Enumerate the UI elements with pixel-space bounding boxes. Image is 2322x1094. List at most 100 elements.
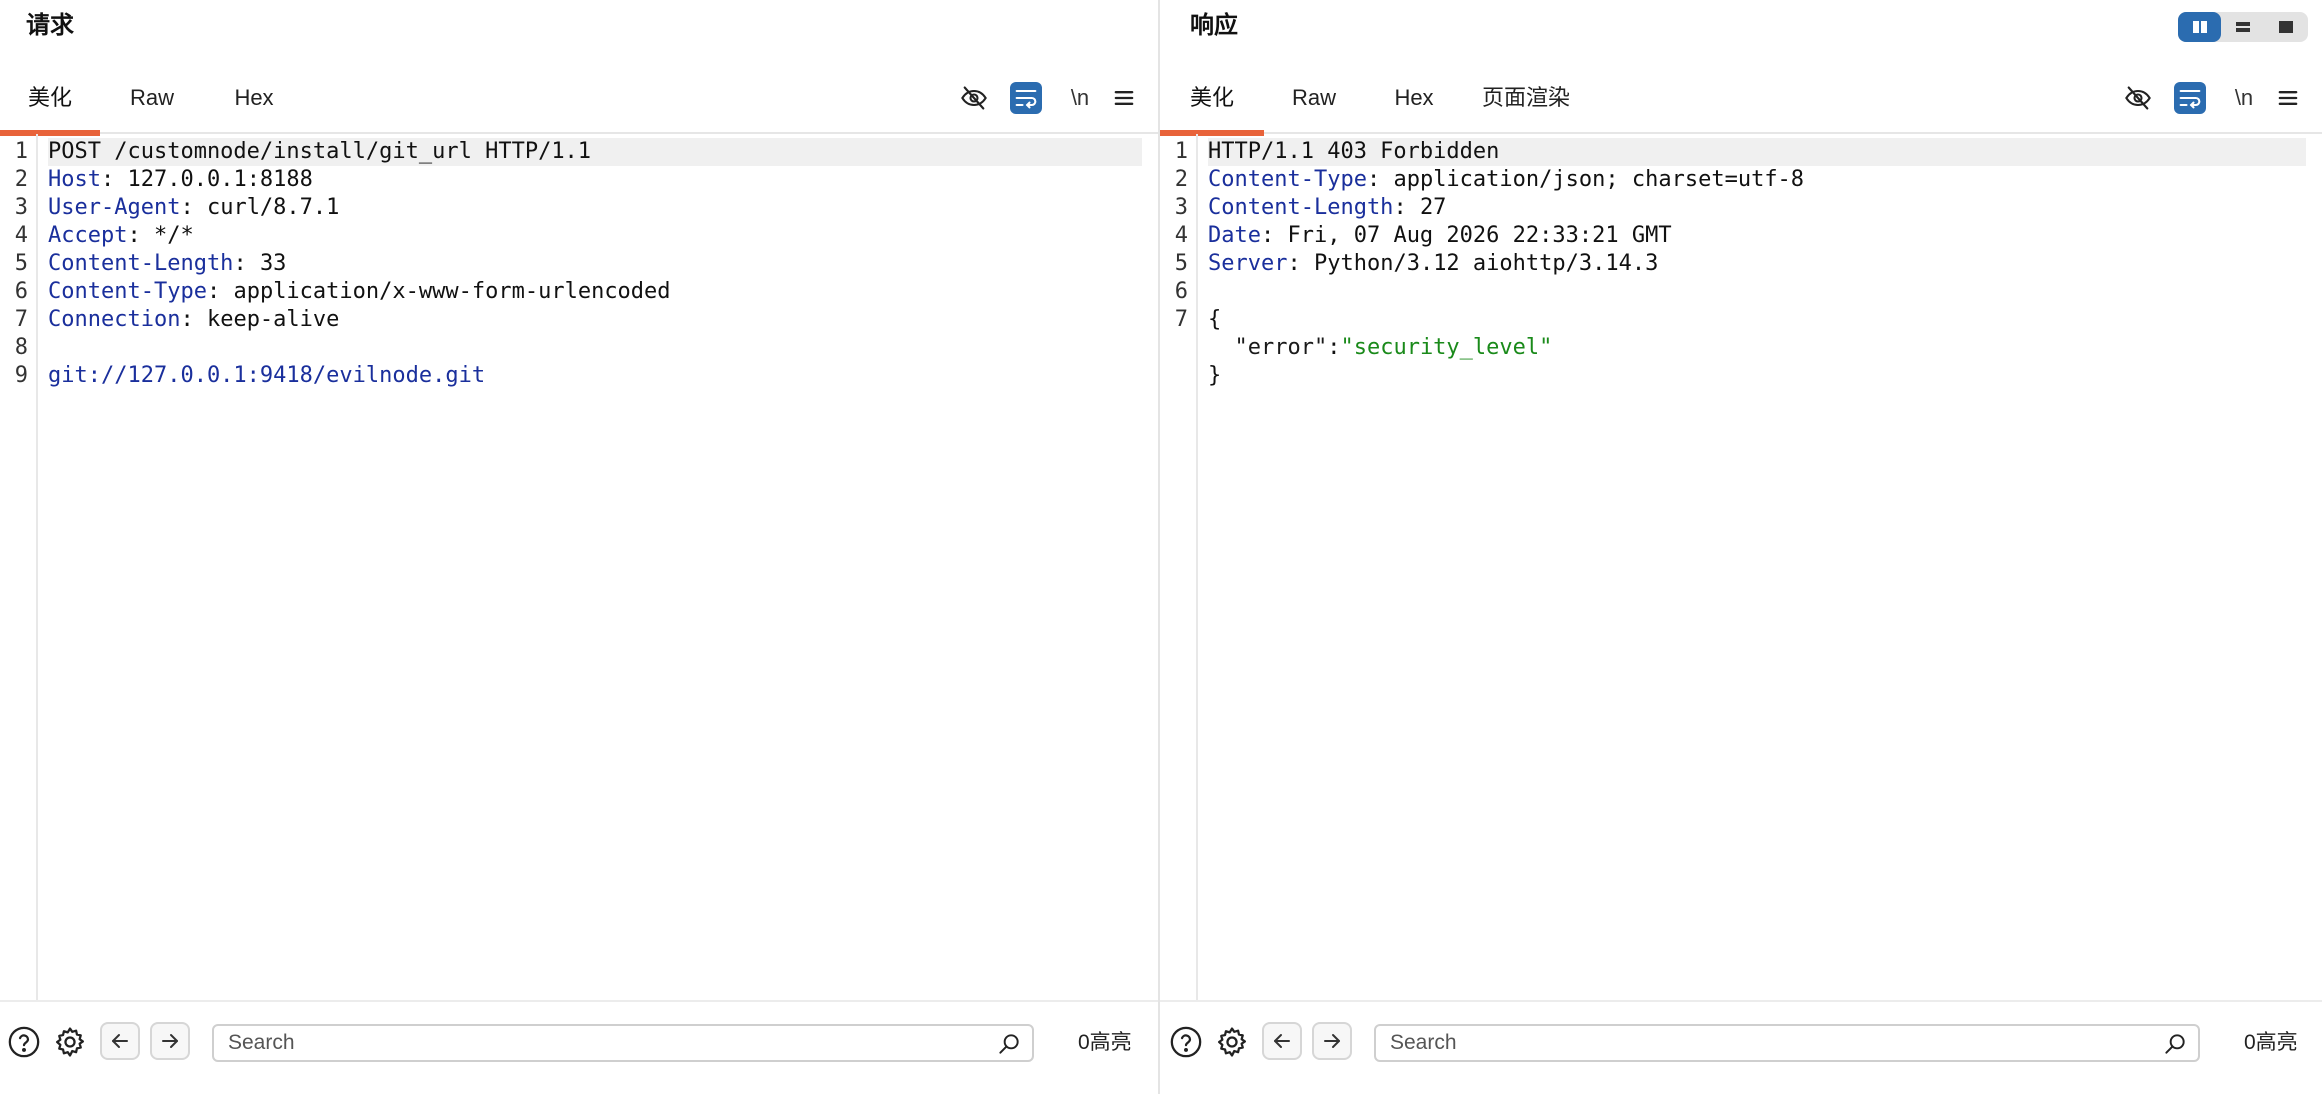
search-input[interactable] [226,1026,988,1060]
header-separator: : [100,167,128,192]
header-separator: : [233,251,260,276]
response-search-bar: 0高亮 [1160,1010,2322,1076]
line-number: 6 [1174,279,1188,304]
next-match-button[interactable] [150,1022,190,1060]
header-value: Fri, 07 Aug 2026 22:33:21 GMT [1287,223,1672,248]
line-number: 7 [1174,307,1188,332]
header-name: Content-Length [1208,195,1394,220]
header-value: 127.0.0.1:8188 [127,167,313,192]
next-match-button[interactable] [1312,1022,1352,1060]
show-newlines-button[interactable]: \n [2226,82,2262,114]
highlight-count: 0高亮 [2244,1031,2298,1054]
header-name: Content-Type [48,279,207,304]
single-pane-layout-button[interactable] [2264,12,2307,42]
response-editor[interactable]: 1 HTTP/1.1 403 Forbidden 2 Content-Type:… [1160,134,2322,1000]
header-value: 27 [1419,195,1447,220]
tab-raw[interactable]: Raw [112,72,192,132]
status-line: HTTP/1.1 403 Forbidden [1208,139,1500,164]
header-separator: : [127,223,154,248]
menu-icon[interactable] [2272,82,2304,114]
arrow-right-icon [162,1034,178,1048]
json-string-value: "security_level" [1340,335,1553,360]
line-number: 1 [1174,139,1188,164]
word-wrap-icon[interactable] [2174,82,2206,114]
header-value: */* [153,223,194,248]
response-tabs: 美化 Raw Hex 页面渲染 \n [1160,72,2322,136]
settings-gear-icon[interactable] [50,1022,90,1062]
line-number: 8 [14,335,28,360]
code-line: 5 Content-Length: 33 [0,250,1158,278]
tab-hex[interactable]: Hex [214,72,294,132]
code-line: 2 Content-Type: application/json; charse… [1160,166,2322,194]
code-line: 1 POST /customnode/install/git_url HTTP/… [0,138,1158,166]
code-line: 4 Date: Fri, 07 Aug 2026 22:33:21 GMT [1160,222,2322,250]
search-icon[interactable] [996,1031,1022,1057]
arrow-right-icon [1324,1034,1340,1048]
help-icon[interactable] [4,1022,44,1062]
header-value: keep-alive [206,307,340,332]
header-name: Content-Type [1208,167,1367,192]
header-name: Connection [48,307,181,332]
settings-gear-icon[interactable] [1212,1022,1252,1062]
header-value: application/json; charset=utf-8 [1393,167,1805,192]
line-number: 7 [14,307,28,332]
code-line: 8 [0,334,1158,362]
code-line: 1 HTTP/1.1 403 Forbidden [1160,138,2322,166]
tab-render[interactable]: 页面渲染 [1476,72,1576,132]
code-line: 7 Connection: keep-alive [0,306,1158,334]
header-name: User-Agent [48,195,181,220]
arrow-left-icon [112,1034,128,1048]
previous-match-button[interactable] [100,1022,140,1060]
menu-icon[interactable] [1108,82,1140,114]
line-number: 4 [14,223,28,248]
header-separator: : [206,279,234,304]
line-number: 3 [14,195,28,220]
code-line: 2 Host: 127.0.0.1:8188 [0,166,1158,194]
line-number: 9 [14,363,28,388]
request-body: git://127.0.0.1:9418/evilnode.git [48,363,486,388]
columns-icon [2192,21,2207,33]
tab-pretty[interactable]: 美化 [0,72,100,136]
bottom-divider [0,1000,1158,1002]
layout-toggle [2178,12,2308,42]
header-value: application/x-www-form-urlencoded [233,279,671,304]
show-newlines-button[interactable]: \n [1062,82,1098,114]
header-value: curl/8.7.1 [206,195,340,220]
response-title: 响应 [1190,12,1238,39]
header-separator: : [180,195,207,220]
bottom-divider [1160,1000,2322,1002]
header-value: 33 [259,251,287,276]
previous-match-button[interactable] [1262,1022,1302,1060]
header-separator: : [1260,223,1288,248]
hide-nonprintable-icon[interactable] [958,82,990,114]
header-name: Accept [48,223,128,248]
header-name: Host [48,167,101,192]
help-icon[interactable] [1166,1022,1206,1062]
hide-nonprintable-icon[interactable] [2122,82,2154,114]
search-input[interactable] [1388,1026,2154,1060]
json-open-brace: { [1208,307,1222,332]
request-editor[interactable]: 1 POST /customnode/install/git_url HTTP/… [0,134,1158,1000]
code-line-wrapped: "error":"security_level" [1160,334,2322,362]
tab-pretty[interactable]: 美化 [1160,72,1264,136]
header-separator: : [1393,195,1420,220]
request-search-box [212,1024,1034,1062]
request-title: 请求 [26,12,74,39]
header-value: Python/3.12 aiohttp/3.14.3 [1313,251,1659,276]
code-line: 9 git://127.0.0.1:9418/evilnode.git [0,362,1158,390]
line-number: 5 [14,251,28,276]
rows-icon [2235,22,2250,32]
request-panel: 请求 美化 Raw Hex \n 1 POST /customnode/inst… [0,0,1160,1094]
search-icon[interactable] [2162,1031,2188,1057]
tab-hex[interactable]: Hex [1374,72,1454,132]
code-line: 6 Content-Type: application/x-www-form-u… [0,278,1158,306]
stacked-layout-button[interactable] [2221,12,2264,42]
highlight-count: 0高亮 [1078,1031,1132,1054]
header-name: Date [1208,223,1261,248]
line-number: 6 [14,279,28,304]
header-name: Server [1208,251,1288,276]
tab-raw[interactable]: Raw [1274,72,1354,132]
word-wrap-icon[interactable] [1010,82,1042,114]
single-pane-icon [2278,21,2293,33]
side-by-side-layout-button[interactable] [2178,12,2221,42]
